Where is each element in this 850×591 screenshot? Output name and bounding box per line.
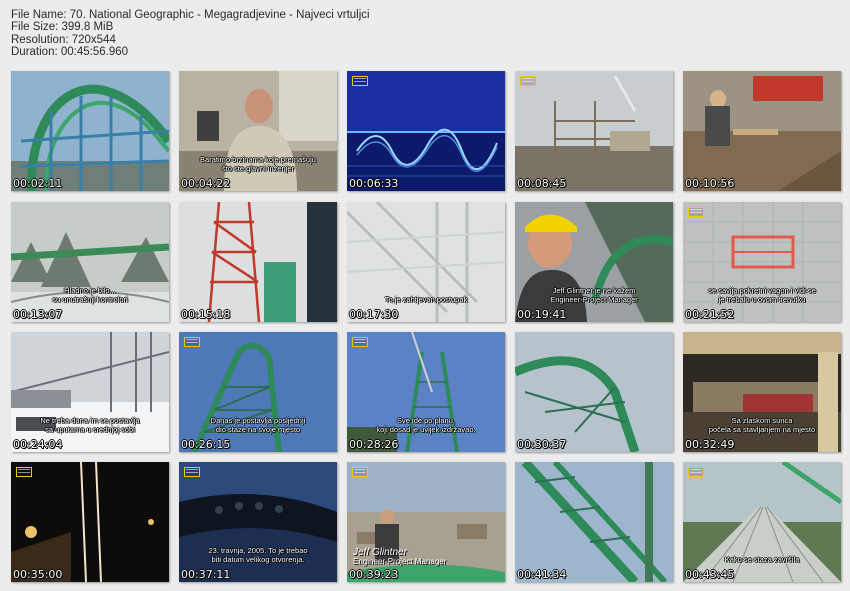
thumbnail-image [515,332,673,452]
video-thumbnail[interactable]: 00:10:56 [683,71,841,191]
thumbnail-image [515,71,673,191]
video-thumbnail[interactable]: 23. travnja, 2005. To je trebao biti dat… [179,462,337,582]
subtitle-text: Baratimo brzinama koje premašuju što ste… [200,155,316,173]
thumbnail-image [11,462,169,582]
video-thumbnail[interactable]: 00:08:45 [515,71,673,191]
subtitle-text: Kako se staza završila [724,555,800,564]
timestamp: 00:19:41 [517,308,567,321]
timestamp: 00:04:22 [181,177,231,190]
thumbnail-image [11,71,169,191]
thumbnail-grid: 00:02:11 Baratimo brzinama koje premašuj… [0,0,850,591]
timestamp: 00:28:26 [349,438,399,451]
thumbnail-image [347,332,505,452]
video-thumbnail[interactable]: Ne treba dana im se postavlja sa uputama… [11,332,169,452]
timestamp: 00:15:18 [181,308,231,321]
timestamp: 00:02:11 [13,177,63,190]
video-thumbnail[interactable]: Hladno je bilo... su unutrašnji kontrolo… [11,202,169,322]
ng-logo-icon [16,467,32,477]
thumbnail-image [683,71,841,191]
ng-logo-icon [184,467,200,477]
thumbnail-image [179,332,337,452]
thumbnail-image [683,462,841,582]
timestamp: 00:32:49 [685,438,735,451]
thumbnail-image [179,71,337,191]
thumbnail-image [515,462,673,582]
video-thumbnail[interactable]: se savija pokretni vagon i vidi se je tr… [683,202,841,322]
subtitle-text: 23. travnja, 2005. To je trebao biti dat… [208,546,308,564]
subtitle-text: Hladno je bilo... su unutrašnji kontrolo… [52,286,128,304]
video-thumbnail[interactable]: Sve ide po planu, koji dosad je uvijek i… [347,332,505,452]
timestamp: 00:30:37 [517,438,567,451]
subtitle-text: To je zahtjevan postupak [384,295,468,304]
timestamp: 00:17:30 [349,308,399,321]
timestamp: 00:24:04 [13,438,63,451]
thumbnail-image [347,202,505,322]
video-thumbnail[interactable]: Danas je postavlja posljednji dio staze … [179,332,337,452]
video-thumbnail[interactable]: 00:30:37 [515,332,673,452]
video-thumbnail[interactable]: 00:41:34 [515,462,673,582]
subtitle-text: se savija pokretni vagon i vidi se je tr… [708,286,816,304]
video-thumbnail[interactable]: Sa zlaskom sunca počela sa stavljanjem n… [683,332,841,452]
video-thumbnail[interactable]: To je zahtjevan postupak 00:17:30 [347,202,505,322]
thumbnail-image [11,202,169,322]
timestamp: 00:37:11 [181,568,231,581]
thumbnail-image [683,332,841,452]
video-thumbnail[interactable]: 00:02:11 [11,71,169,191]
ng-logo-icon [688,207,704,217]
timestamp: 00:41:34 [517,568,567,581]
thumbnail-image [347,71,505,191]
video-thumbnail[interactable]: 00:35:00 [11,462,169,582]
video-thumbnail[interactable]: Baratimo brzinama koje premašuju što ste… [179,71,337,191]
thumbnail-image [179,462,337,582]
timestamp: 00:26:15 [181,438,231,451]
timestamp: 00:39:23 [349,568,399,581]
caption-title: Engineer-Project Manager [353,557,447,566]
video-thumbnail[interactable]: 00:06:33 [347,71,505,191]
subtitle-text: Jeff Glintner je ne kažem Engineer-Proje… [550,286,638,304]
timestamp: 00:10:56 [685,177,735,190]
video-thumbnail[interactable]: Kako se staza završila 00:43:45 [683,462,841,582]
thumbnail-image [683,202,841,322]
timestamp: 00:35:00 [13,568,63,581]
ng-logo-icon [688,467,704,477]
timestamp: 00:21:52 [685,308,735,321]
thumbnail-image [179,202,337,322]
video-thumbnail[interactable]: Jeff Glintner je ne kažem Engineer-Proje… [515,202,673,322]
caption-name: Jeff Glintner [353,547,407,558]
thumbnail-image [515,202,673,322]
timestamp: 00:08:45 [517,177,567,190]
thumbnail-image [11,332,169,452]
subtitle-text: Sve ide po planu, koji dosad je uvijek i… [376,416,476,434]
subtitle-text: Danas je postavlja posljednji dio staze … [210,416,306,434]
ng-logo-icon [352,76,368,86]
video-thumbnail[interactable]: Jeff Glintner Engineer-Project Manager 00:… [347,462,505,582]
subtitle-text: Sa zlaskom sunca počela sa stavljanjem n… [708,416,816,434]
ng-logo-icon [520,76,536,86]
name-caption: Jeff Glintner Engineer-Project Manager [353,547,447,567]
timestamp: 00:43:45 [685,568,735,581]
contact-sheet: File Name: 70. National Geographic - Meg… [0,0,850,591]
timestamp: 00:13:07 [13,308,63,321]
subtitle-text: Ne treba dana im se postavlja sa uputama… [40,416,140,434]
video-thumbnail[interactable]: 00:15:18 [179,202,337,322]
ng-logo-icon [184,337,200,347]
ng-logo-icon [352,467,368,477]
timestamp: 00:06:33 [349,177,399,190]
ng-logo-icon [352,337,368,347]
